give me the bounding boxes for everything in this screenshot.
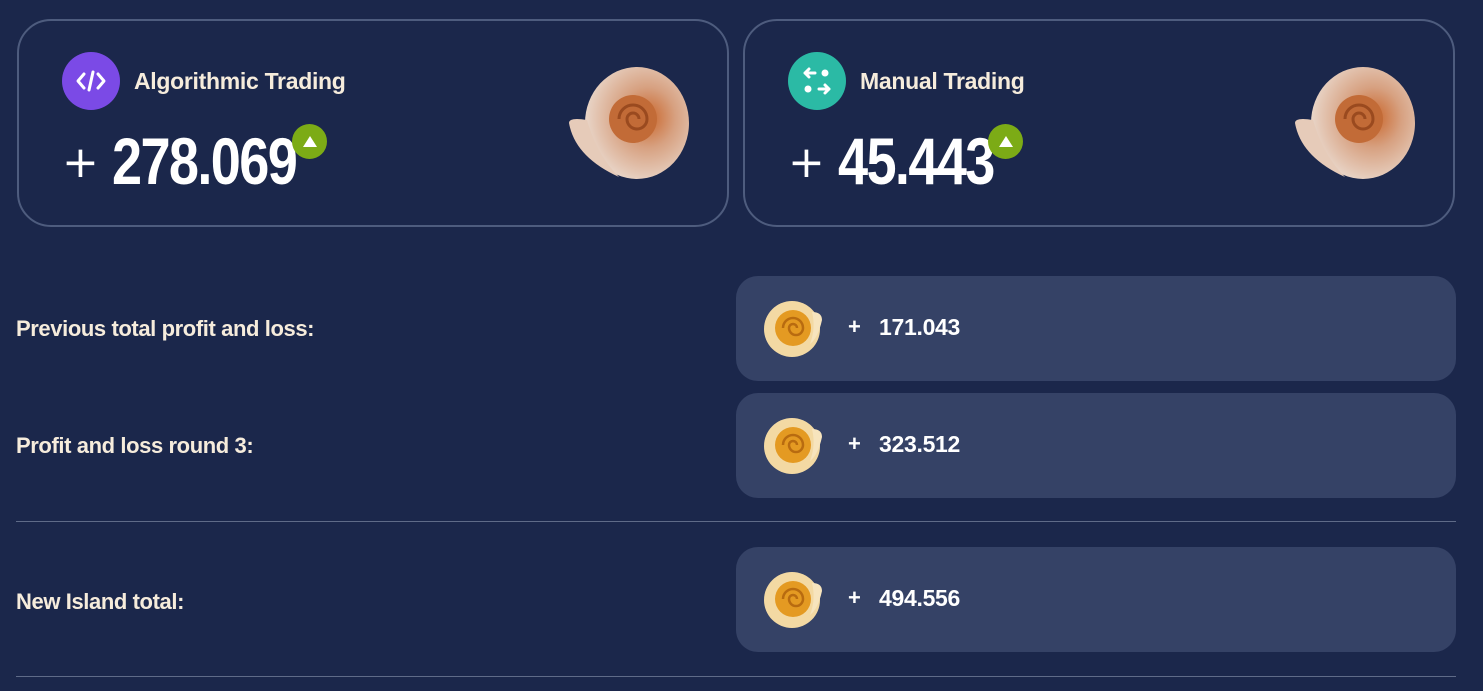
shell-icon	[764, 572, 822, 628]
new-island-total-label: New Island total:	[16, 589, 184, 614]
round-3-label: Profit and loss round 3:	[16, 433, 254, 458]
card-header: Manual Trading	[788, 52, 1025, 110]
shell-icon	[764, 418, 822, 474]
trend-up-icon	[988, 124, 1023, 159]
card-title: Manual Trading	[860, 67, 1025, 94]
manual-trading-card: Manual Trading + 45.443	[743, 19, 1455, 227]
amount-value: 278.069	[112, 124, 298, 198]
previous-total-value: 171.043	[879, 314, 961, 340]
amount-sign: +	[788, 137, 825, 188]
swap-arrows-icon	[788, 52, 846, 110]
divider	[16, 676, 1456, 677]
new-island-total-value-box: + 494.556	[736, 547, 1456, 652]
profit-summary-panel: Algorithmic Trading + 278.069 Manual Tra…	[0, 0, 1483, 691]
value-sign: +	[848, 585, 861, 610]
shell-icon	[1295, 67, 1415, 179]
round-3-value-box: + 323.512	[736, 393, 1456, 498]
divider	[16, 521, 1456, 522]
previous-total-value-box: + 171.043	[736, 276, 1456, 381]
shell-icon	[569, 67, 689, 179]
previous-total-label: Previous total profit and loss:	[16, 316, 315, 341]
trend-up-icon	[292, 124, 327, 159]
algorithmic-trading-card: Algorithmic Trading + 278.069	[17, 19, 729, 227]
new-island-total-value: 494.556	[879, 585, 961, 611]
card-header: Algorithmic Trading	[62, 52, 346, 110]
value-sign: +	[848, 431, 861, 456]
card-title: Algorithmic Trading	[134, 67, 346, 94]
amount-sign: +	[62, 137, 99, 188]
value-sign: +	[848, 314, 861, 339]
shell-icon	[764, 301, 822, 357]
code-icon	[62, 52, 120, 110]
amount-value: 45.443	[838, 124, 995, 198]
round-3-value: 323.512	[879, 431, 961, 457]
